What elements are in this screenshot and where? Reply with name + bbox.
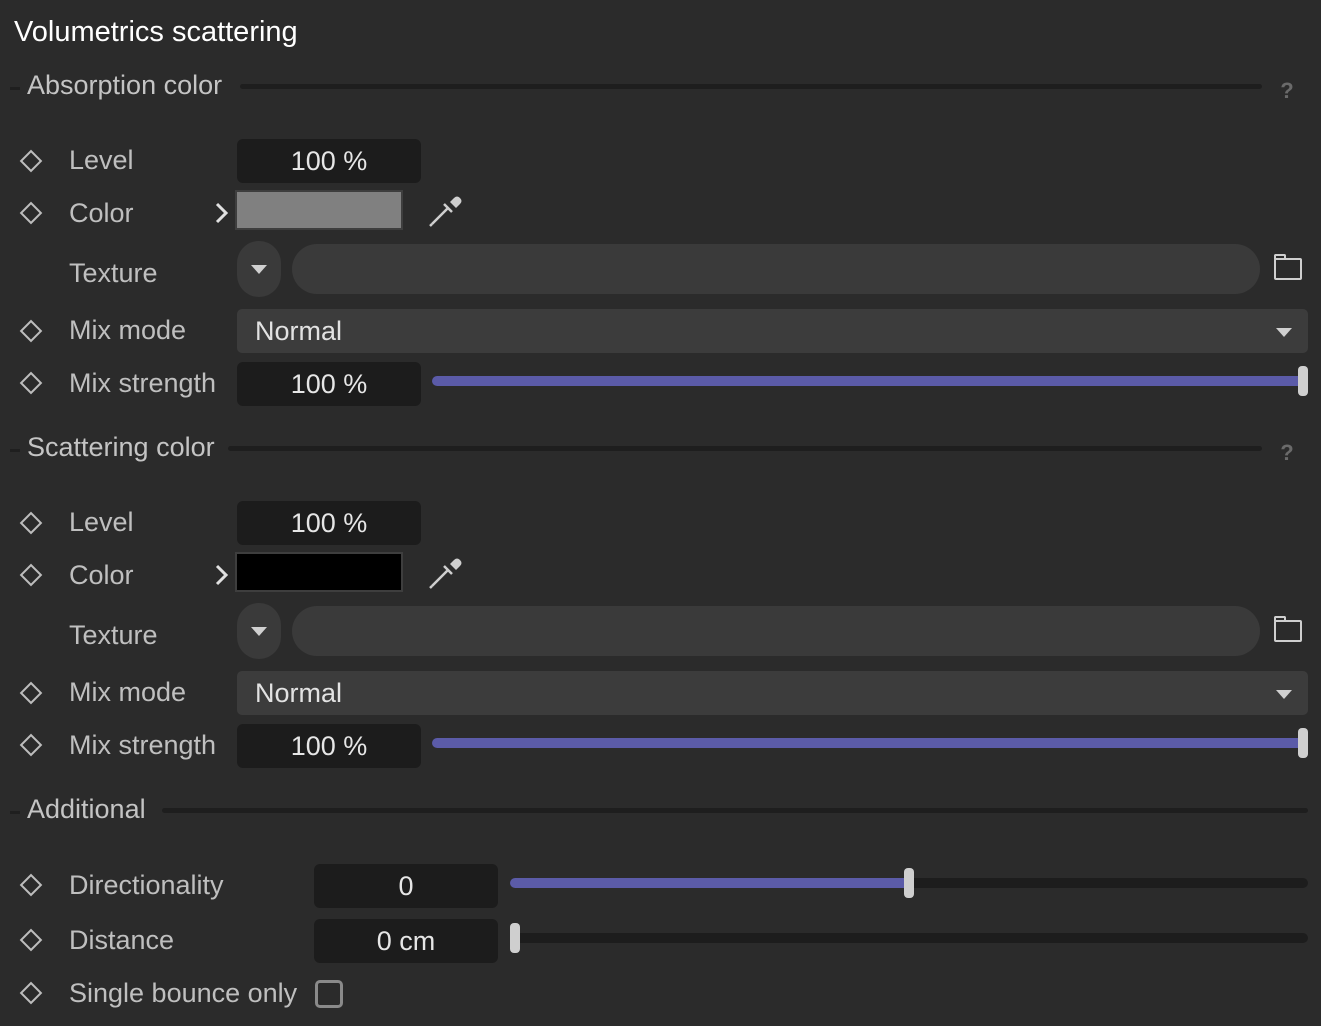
mix-mode-label: Mix mode: [69, 315, 187, 345]
color-swatch[interactable]: [235, 552, 403, 592]
folder-icon[interactable]: [1274, 616, 1304, 644]
texture-path-field[interactable]: [292, 606, 1260, 656]
distance-label: Distance: [69, 925, 175, 955]
level-field[interactable]: 100 %: [237, 501, 421, 545]
keyframe-diamond-icon[interactable]: [19, 511, 43, 535]
section-divider: [228, 446, 1262, 451]
dropdown-arrow-icon: [251, 265, 267, 274]
section-label-additional[interactable]: Additional: [27, 794, 158, 825]
section-dash: [10, 811, 20, 814]
directionality-field[interactable]: 0: [314, 864, 498, 908]
slider-handle[interactable]: [1298, 728, 1308, 758]
help-icon[interactable]: ?: [1275, 440, 1299, 466]
texture-label: Texture: [69, 620, 158, 650]
level-label: Level: [69, 507, 134, 537]
texture-label: Texture: [69, 258, 158, 288]
section-dash: [10, 87, 20, 90]
panel-title: Volumetrics scattering: [14, 16, 298, 48]
mix-mode-label: Mix mode: [69, 677, 187, 707]
eyedropper-icon[interactable]: [426, 192, 464, 230]
eyedropper-icon[interactable]: [426, 554, 464, 592]
mix-mode-select[interactable]: Normal: [237, 671, 1308, 715]
slider-fill: [510, 878, 909, 888]
dropdown-arrow-icon: [251, 627, 267, 636]
mix-strength-field[interactable]: 100 %: [237, 724, 421, 768]
section-label-scattering[interactable]: Scattering color: [27, 432, 227, 463]
keyframe-diamond-icon[interactable]: [19, 981, 43, 1005]
level-label: Level: [69, 145, 134, 175]
level-field[interactable]: 100 %: [237, 139, 421, 183]
texture-dropdown-button[interactable]: [237, 603, 281, 659]
mix-strength-slider[interactable]: [432, 366, 1308, 396]
slider-handle[interactable]: [904, 868, 914, 898]
keyframe-diamond-icon[interactable]: [19, 563, 43, 587]
keyframe-diamond-icon[interactable]: [19, 201, 43, 225]
slider-handle[interactable]: [510, 923, 520, 953]
keyframe-diamond-icon[interactable]: [19, 873, 43, 897]
directionality-slider[interactable]: [510, 868, 1308, 898]
mix-mode-value: Normal: [255, 678, 343, 708]
slider-handle[interactable]: [1298, 366, 1308, 396]
chevron-right-icon[interactable]: [211, 198, 231, 228]
mix-strength-field[interactable]: 100 %: [237, 362, 421, 406]
texture-dropdown-button[interactable]: [237, 241, 281, 297]
mix-mode-select[interactable]: Normal: [237, 309, 1308, 353]
keyframe-diamond-icon[interactable]: [19, 371, 43, 395]
keyframe-diamond-icon[interactable]: [19, 928, 43, 952]
color-label: Color: [69, 560, 134, 590]
section-dash: [10, 449, 20, 452]
mix-strength-label: Mix strength: [69, 368, 217, 398]
mix-mode-value: Normal: [255, 316, 343, 346]
section-divider: [240, 84, 1262, 89]
directionality-label: Directionality: [69, 870, 224, 900]
help-icon[interactable]: ?: [1275, 78, 1299, 104]
keyframe-diamond-icon[interactable]: [19, 149, 43, 173]
section-divider: [162, 808, 1308, 813]
distance-slider[interactable]: [510, 923, 1308, 953]
color-swatch[interactable]: [235, 190, 403, 230]
keyframe-diamond-icon[interactable]: [19, 681, 43, 705]
mix-strength-slider[interactable]: [432, 728, 1308, 758]
keyframe-diamond-icon[interactable]: [19, 733, 43, 757]
chevron-right-icon[interactable]: [211, 560, 231, 590]
dropdown-arrow-icon: [1276, 690, 1292, 699]
single-bounce-checkbox[interactable]: [315, 980, 343, 1008]
distance-field[interactable]: 0 cm: [314, 919, 498, 963]
dropdown-arrow-icon: [1276, 328, 1292, 337]
section-label-absorption[interactable]: Absorption color: [27, 70, 235, 101]
keyframe-diamond-icon[interactable]: [19, 319, 43, 343]
folder-icon[interactable]: [1274, 254, 1304, 282]
mix-strength-label: Mix strength: [69, 730, 217, 760]
slider-fill: [432, 738, 1303, 748]
single-bounce-label: Single bounce only: [69, 978, 298, 1008]
color-label: Color: [69, 198, 134, 228]
slider-fill: [432, 376, 1303, 386]
texture-path-field[interactable]: [292, 244, 1260, 294]
